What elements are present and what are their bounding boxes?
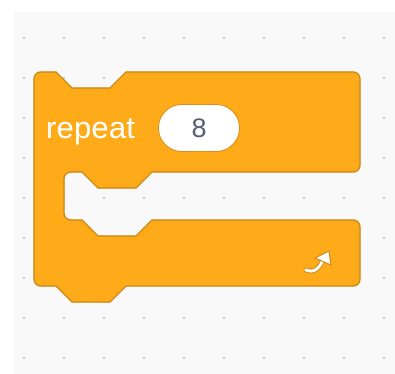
repeat-count-input[interactable]: 8	[158, 104, 240, 152]
rotate-right-arrow-icon	[303, 250, 332, 274]
repeat-block[interactable]	[0, 0, 395, 374]
repeat-label: repeat	[46, 110, 136, 145]
